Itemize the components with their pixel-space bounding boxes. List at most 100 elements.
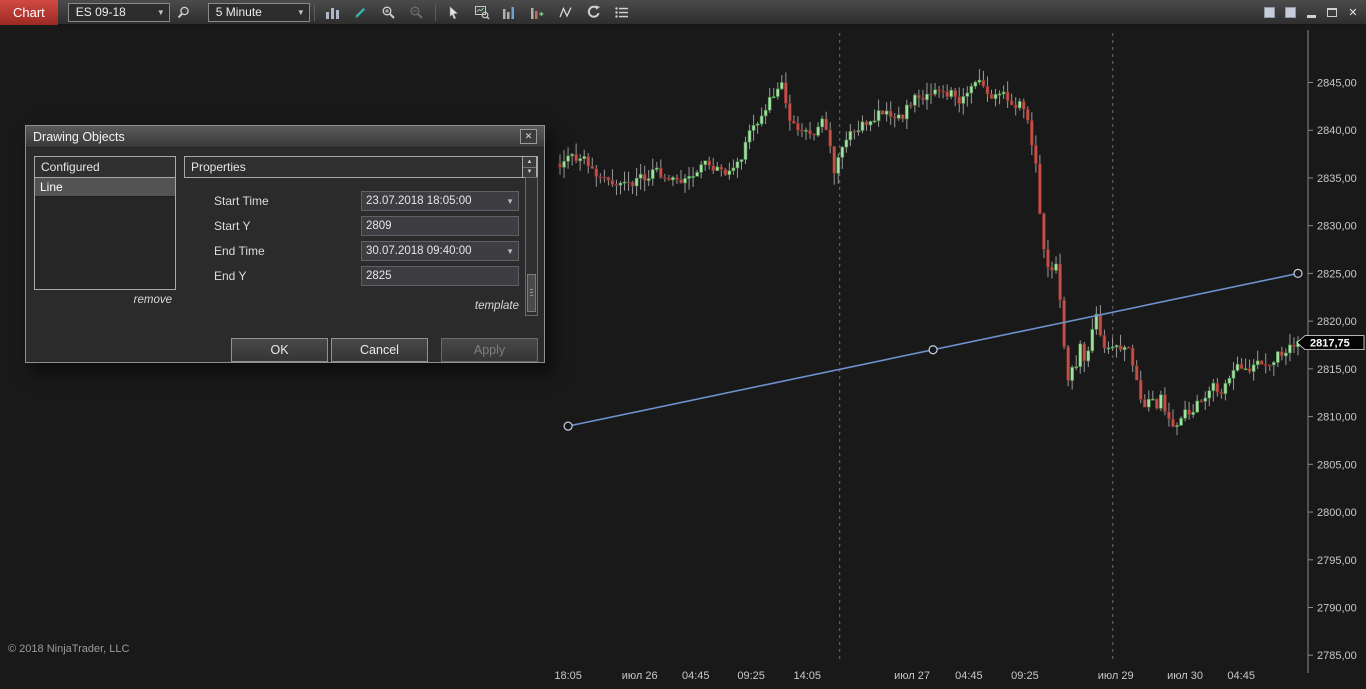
svg-text:2830,00: 2830,00 [1317, 221, 1357, 233]
properties-scrollbar[interactable] [525, 177, 538, 316]
svg-text:09:25: 09:25 [737, 670, 765, 682]
instrument-selector[interactable]: ES 09-18 ▼ [67, 2, 170, 22]
zoom-out-icon[interactable] [404, 2, 430, 23]
instrument-value: ES 09-18 [75, 5, 126, 19]
svg-text:июл 26: июл 26 [622, 670, 658, 682]
svg-text:14:05: 14:05 [793, 670, 821, 682]
dialog-title: Drawing Objects [33, 129, 125, 144]
candles [558, 69, 1300, 436]
dialog-close-button[interactable]: ✕ [520, 129, 537, 144]
svg-text:2817,75: 2817,75 [1310, 338, 1350, 350]
svg-text:2815,00: 2815,00 [1317, 364, 1357, 376]
svg-text:2810,00: 2810,00 [1317, 412, 1357, 424]
bar-type-icon[interactable] [525, 2, 551, 23]
price-axis[interactable]: 2785,00 2790,00 2795,00 2800,00 2805,00 2810,… [1307, 30, 1357, 673]
svg-text:04:45: 04:45 [955, 670, 983, 682]
svg-text:2795,00: 2795,00 [1317, 555, 1357, 567]
configured-panel: Configured Line remove [34, 156, 176, 306]
chart-toolbar: Chart ES 09-18 ▼ 5 Minute ▼ ✕ [0, 0, 1366, 25]
bar-spacing-icon[interactable] [497, 2, 523, 23]
apply-button[interactable]: Apply [441, 338, 538, 362]
svg-text:июл 27: июл 27 [894, 670, 930, 682]
start-time-field[interactable]: 23.07.2018 18:05:00 ▼ [361, 191, 519, 211]
svg-text:04:45: 04:45 [682, 670, 710, 682]
end-y-value: 2825 [366, 270, 392, 282]
chevron-down-icon: ▼ [156, 7, 165, 17]
reload-icon[interactable] [581, 2, 607, 23]
session-break-lines [839, 33, 1114, 663]
cursor-icon[interactable] [441, 2, 467, 23]
svg-text:2845,00: 2845,00 [1317, 78, 1357, 90]
end-time-value: 30.07.2018 09:40:00 [366, 245, 472, 257]
display-properties-icon[interactable] [609, 2, 635, 23]
interval-value: 5 Minute [215, 5, 262, 19]
remove-link[interactable]: remove [34, 294, 176, 306]
svg-text:2790,00: 2790,00 [1317, 603, 1357, 615]
property-row: Start Time 23.07.2018 18:05:00 ▼ [184, 191, 520, 211]
svg-text:2840,00: 2840,00 [1317, 125, 1357, 137]
ok-button[interactable]: OK [231, 338, 328, 362]
close-button[interactable]: ✕ [1344, 4, 1362, 20]
svg-text:2820,00: 2820,00 [1317, 316, 1357, 328]
scrollbar-thumb[interactable] [527, 274, 536, 312]
scroll-down-icon[interactable]: ▼ [523, 167, 536, 177]
end-time-field[interactable]: 30.07.2018 09:40:00 ▼ [361, 241, 519, 261]
template-link[interactable]: template [361, 300, 519, 312]
restore-button[interactable] [1323, 4, 1341, 20]
trend-line[interactable] [563, 268, 1303, 431]
field-label: End Y [214, 269, 247, 283]
property-row: End Y 2825 [184, 266, 520, 286]
field-label: Start Time [214, 194, 269, 208]
svg-text:июл 30: июл 30 [1167, 670, 1203, 682]
svg-text:2785,00: 2785,00 [1317, 650, 1357, 662]
toolbar-separator [434, 3, 436, 21]
workspace-panel-icon[interactable] [1281, 4, 1299, 20]
data-box-icon[interactable] [469, 2, 495, 23]
trend-line-handle[interactable] [1293, 268, 1303, 279]
configured-header: Configured [34, 156, 176, 178]
field-label: Start Y [214, 219, 251, 233]
interval-selector[interactable]: 5 Minute ▼ [207, 2, 310, 22]
chevron-down-icon: ▼ [506, 196, 514, 206]
start-time-value: 23.07.2018 18:05:00 [366, 195, 472, 207]
ninjatrader-window: Chart ES 09-18 ▼ 5 Minute ▼ ✕ 2785,00 27… [0, 0, 1366, 689]
property-row: End Time 30.07.2018 09:40:00 ▼ [184, 241, 520, 261]
properties-panel: Properties ▲ ▼ Start Time 23.07.2018 18:… [184, 156, 538, 316]
svg-text:июл 29: июл 29 [1098, 670, 1134, 682]
properties-scroll-spinner: ▲ ▼ [522, 156, 537, 178]
last-price-badge: 2817,75 [1296, 335, 1365, 351]
end-y-field[interactable]: 2825 [361, 266, 519, 286]
toolbar-separator [313, 3, 315, 21]
start-y-field[interactable]: 2809 [361, 216, 519, 236]
chevron-down-icon: ▼ [296, 7, 305, 17]
svg-text:2805,00: 2805,00 [1317, 459, 1357, 471]
scroll-up-icon[interactable]: ▲ [523, 157, 536, 168]
minimize-button[interactable] [1302, 4, 1320, 20]
svg-text:09:25: 09:25 [1011, 670, 1039, 682]
dialog-title-bar[interactable]: Drawing Objects ✕ [26, 126, 544, 148]
instrument-search-icon[interactable] [171, 2, 197, 23]
drawing-tools-icon[interactable] [348, 2, 374, 23]
cancel-button[interactable]: Cancel [331, 338, 428, 362]
svg-text:2835,00: 2835,00 [1317, 173, 1357, 185]
tab-chart[interactable]: Chart [0, 0, 58, 25]
chevron-down-icon: ▼ [506, 246, 514, 256]
copyright-text: © 2018 NinjaTrader, LLC [8, 643, 130, 655]
workspace-panel-icon[interactable] [1260, 4, 1278, 20]
trend-line-handle[interactable] [928, 345, 938, 355]
property-row: Start Y 2809 [184, 216, 520, 236]
chart-style-icon[interactable] [320, 2, 346, 23]
svg-text:2825,00: 2825,00 [1317, 268, 1357, 280]
svg-text:18:05: 18:05 [554, 670, 582, 682]
drawing-objects-dialog: Drawing Objects ✕ Configured Line remove… [25, 125, 545, 363]
configured-list[interactable]: Line [34, 178, 176, 290]
field-label: End Time [214, 244, 265, 258]
time-axis[interactable]: 18:05 июл 26 04:45 09:25 14:05 июл 27 04:45 09:… [554, 670, 1255, 682]
regression-icon[interactable] [553, 2, 579, 23]
properties-header: Properties ▲ ▼ [184, 156, 538, 178]
zoom-in-icon[interactable] [376, 2, 402, 23]
drawing-object-item-line[interactable]: Line [35, 178, 175, 197]
properties-header-label: Properties [191, 160, 246, 174]
svg-text:2800,00: 2800,00 [1317, 507, 1357, 519]
trend-line-handle[interactable] [563, 421, 573, 431]
